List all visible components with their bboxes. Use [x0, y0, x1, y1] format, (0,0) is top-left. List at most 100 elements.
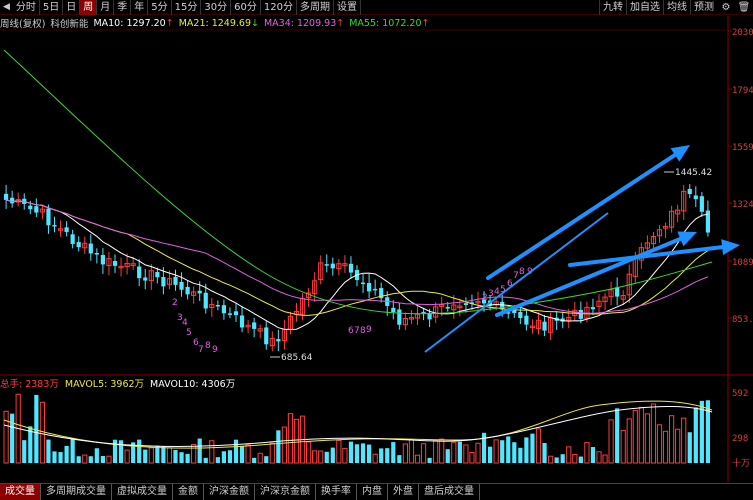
- candle-body: [324, 264, 329, 266]
- volume-bar: [530, 433, 535, 463]
- volume-bar: [445, 449, 450, 463]
- volume-bar: [687, 432, 692, 463]
- candle-body: [421, 311, 426, 314]
- toolbar-right-button[interactable]: 预测: [690, 0, 717, 15]
- period-tab[interactable]: 5分: [148, 0, 172, 15]
- trend-arrow-head: [721, 239, 740, 256]
- indicator-tab[interactable]: 多周期成交量: [41, 484, 112, 500]
- candle-body: [106, 258, 112, 266]
- volume-bar: [367, 444, 372, 463]
- candle-body: [94, 253, 99, 255]
- low-price-label: 685.64: [281, 353, 313, 363]
- candle-body: [252, 322, 257, 329]
- period-tab[interactable]: 5日: [40, 0, 64, 15]
- candle-body: [70, 234, 75, 244]
- toolbar-left-arrow-icon[interactable]: ◀: [0, 2, 13, 12]
- period-tab[interactable]: 日: [63, 0, 81, 15]
- volume-bar: [336, 439, 342, 464]
- candle-body: [481, 299, 487, 304]
- candle-body: [445, 307, 450, 309]
- volume-bar: [548, 455, 554, 464]
- candle-body: [584, 306, 590, 319]
- toolbar-right-button[interactable]: 均线: [663, 0, 690, 15]
- indicator-tab[interactable]: 外盘: [388, 484, 419, 500]
- period-tab[interactable]: 季: [114, 0, 132, 15]
- candle-body: [590, 307, 596, 310]
- volume-bar: [233, 439, 239, 463]
- ma34-line: [5, 199, 709, 314]
- candle-body: [566, 316, 572, 321]
- volume-bar: [391, 442, 396, 463]
- period-tab[interactable]: 分时: [13, 0, 40, 15]
- toolbar-right-button[interactable]: 九转: [599, 0, 626, 15]
- nine-turn-digit: 8: [360, 326, 366, 336]
- candle-body: [385, 297, 390, 306]
- indicator-tab[interactable]: 虚拟成交量: [112, 484, 173, 500]
- candle-body: [524, 315, 529, 325]
- volume-axis-label: 十万: [732, 457, 750, 469]
- volume-bar: [554, 457, 559, 463]
- candle-body: [693, 195, 698, 200]
- volume-bar: [318, 450, 324, 464]
- volume-bar: [500, 440, 505, 463]
- mavol10-label: MAVOL10: 4306万: [150, 379, 236, 390]
- indicator-tab[interactable]: 沪深京金额: [255, 484, 316, 500]
- volume-bar: [475, 442, 481, 464]
- nine-turn-digit: 4: [182, 318, 188, 328]
- indicator-tab[interactable]: 金额: [173, 484, 204, 500]
- candle-body: [451, 304, 457, 311]
- volume-bar: [481, 432, 487, 463]
- period-tab[interactable]: 年: [131, 0, 149, 15]
- period-tab[interactable]: 周: [80, 0, 98, 15]
- candle-body: [15, 199, 21, 203]
- period-tab[interactable]: 120分: [261, 0, 297, 15]
- period-tab[interactable]: 60分: [231, 0, 261, 15]
- candle-body: [493, 301, 499, 306]
- candle-body: [602, 296, 608, 303]
- candle-body: [64, 227, 69, 232]
- nine-turn-digit: 6: [507, 279, 513, 289]
- period-tab[interactable]: 月: [97, 0, 115, 15]
- volume-bar: [112, 439, 118, 463]
- volume-bar: [143, 449, 148, 463]
- candle-body: [330, 263, 335, 269]
- volume-bar: [58, 452, 63, 463]
- period-tab[interactable]: 多周期: [297, 0, 334, 15]
- volume-total: 总手: 2383万: [0, 379, 59, 390]
- candle-body: [397, 309, 402, 325]
- candle-body: [529, 325, 536, 329]
- candle-body: [143, 277, 148, 281]
- settings-gear-icon[interactable]: ⚙: [720, 2, 732, 14]
- candle-body: [276, 339, 281, 342]
- candle-body: [197, 290, 202, 294]
- volume-bar: [161, 446, 166, 463]
- ma21-label: MA21: 1249.69↓: [178, 17, 259, 29]
- candle-body: [662, 225, 669, 229]
- indicator-tab[interactable]: 换手率: [316, 484, 357, 500]
- volume-bar: [512, 442, 517, 463]
- period-tab[interactable]: 15分: [172, 0, 202, 15]
- nine-turn-digit: 9: [527, 267, 533, 277]
- indicator-tab[interactable]: 成交量: [0, 484, 41, 500]
- volume-bar: [397, 455, 402, 463]
- candle-body: [264, 327, 269, 345]
- candle-body: [124, 262, 130, 268]
- indicator-tab[interactable]: 盘后成交量: [419, 484, 480, 500]
- candle-body: [457, 305, 463, 309]
- mavol5-line: [3, 400, 713, 449]
- candle-body: [287, 315, 294, 330]
- volume-bar: [203, 457, 208, 463]
- period-tab[interactable]: 30分: [201, 0, 232, 15]
- nine-turn-digit: 9: [212, 345, 218, 355]
- period-tab[interactable]: 设置: [334, 0, 361, 15]
- delete-icon[interactable]: 🗑: [738, 2, 751, 14]
- candle-body: [669, 210, 675, 228]
- indicator-tab[interactable]: 沪深金额: [204, 484, 255, 500]
- volume-bar: [46, 439, 51, 463]
- toolbar-right-button[interactable]: 加自选: [626, 0, 663, 15]
- candle-body: [161, 277, 166, 287]
- volume-bar: [88, 456, 93, 463]
- indicator-tab[interactable]: 内盘: [357, 484, 388, 500]
- candle-body: [632, 257, 638, 277]
- kline-chart[interactable]: 2030.51794155913241089853.592298十万1445.4…: [0, 0, 753, 500]
